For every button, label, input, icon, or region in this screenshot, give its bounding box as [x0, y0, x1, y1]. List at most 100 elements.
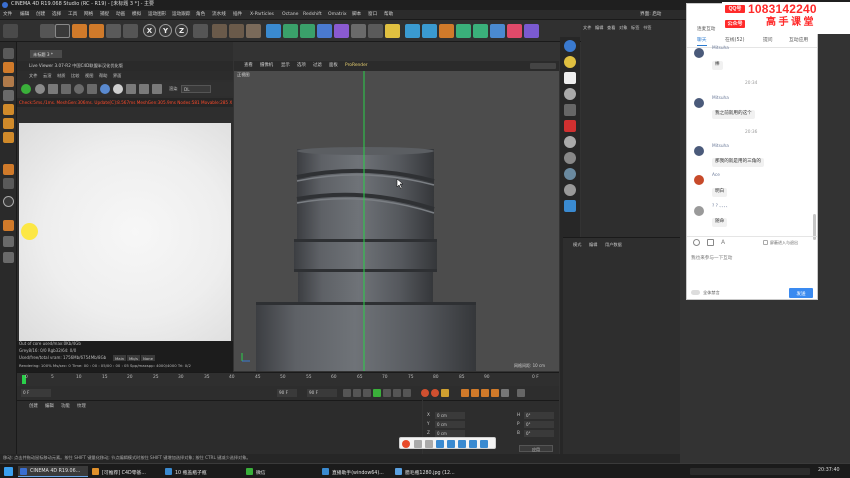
- viewport-canvas[interactable]: [234, 71, 559, 371]
- workplane-lock-icon[interactable]: [3, 220, 14, 231]
- taskbar-item-live-assistant[interactable]: 直播助手(window64)...: [320, 466, 390, 477]
- layout-selector[interactable]: 界面: 启动: [640, 12, 661, 18]
- menu-item-snap[interactable]: 捕捉: [100, 12, 109, 18]
- taskbar-item-wechat[interactable]: 微信: [244, 466, 314, 477]
- obj-tab-file[interactable]: 文件: [583, 25, 591, 30]
- material-sphere-b-icon[interactable]: [564, 152, 576, 164]
- taskbar-item-folder[interactable]: 10 瓶盖瓶子瓶: [163, 466, 241, 477]
- vp-menu-display[interactable]: 显示: [281, 63, 290, 68]
- pick-focus-icon[interactable]: [113, 84, 123, 94]
- vp-menu-prorender[interactable]: ProRender: [345, 63, 368, 68]
- render-mode-select[interactable]: DL: [181, 85, 211, 93]
- menu-item-mograph[interactable]: 运动图形: [148, 12, 166, 18]
- apply-button[interactable]: 应用: [519, 445, 553, 452]
- edges-mode-icon[interactable]: [3, 118, 14, 129]
- attr-tab-mode[interactable]: 模式: [573, 242, 581, 247]
- c-plugin-icon[interactable]: [439, 24, 454, 38]
- taskbar-item-image[interactable]: 腊毛瓶1280.jpg (12...: [393, 466, 463, 477]
- chat-tab-interactive[interactable]: 互动应用: [789, 38, 808, 44]
- polygons-mode-icon[interactable]: [3, 132, 14, 143]
- keyboard-icon[interactable]: [447, 440, 455, 448]
- next-frame-icon[interactable]: [383, 389, 391, 397]
- recent-tool-icon[interactable]: [106, 24, 121, 38]
- render-view-icon[interactable]: [212, 24, 227, 38]
- skin-icon[interactable]: [458, 440, 466, 448]
- go-to-end-icon[interactable]: [403, 389, 411, 397]
- start-frame-field[interactable]: 0 F: [21, 389, 51, 397]
- mat-tab-function[interactable]: 功能: [61, 404, 70, 409]
- octane-icon[interactable]: [422, 24, 437, 38]
- scale-tool-icon[interactable]: [72, 24, 87, 38]
- lv-menu-file[interactable]: 文件: [29, 73, 37, 78]
- play-icon[interactable]: [373, 389, 381, 397]
- texture-mode-icon[interactable]: [3, 76, 14, 87]
- send-button[interactable]: 发送: [789, 288, 813, 298]
- menu-item-omatrix[interactable]: Omatrix: [328, 12, 347, 18]
- menu-item-motion-tracking[interactable]: 运动跟踪: [172, 12, 190, 18]
- windows-start-icon[interactable]: [4, 467, 13, 476]
- chat-input[interactable]: 我也来参与一下互动: [691, 256, 732, 262]
- emoji-icon[interactable]: [693, 239, 700, 246]
- chat-tab-questions[interactable]: 提问: [763, 38, 773, 44]
- vp-menu-panel[interactable]: 面板: [329, 63, 338, 68]
- taskbar-item-cinema4d[interactable]: CINEMA 4D R19.06...: [18, 466, 88, 477]
- lv-menu-view[interactable]: 视图: [85, 73, 93, 78]
- menu-item-window[interactable]: 窗口: [368, 12, 377, 18]
- timeline-ruler[interactable]: 0 5 10 15 20 25 30 35 40 45 50 55 60 65 …: [17, 372, 559, 386]
- planar-workplane-icon[interactable]: [3, 252, 14, 263]
- object-axis-icon[interactable]: [123, 24, 138, 38]
- pause-icon[interactable]: [48, 84, 58, 94]
- vp-menu-options[interactable]: 选项: [297, 63, 306, 68]
- attr-tab-user-data[interactable]: 用户数据: [605, 242, 622, 247]
- chat-tab-online[interactable]: 在线(52): [725, 38, 744, 44]
- snap-icon[interactable]: [3, 196, 14, 207]
- mat-tab-texture[interactable]: 纹理: [77, 404, 86, 409]
- menu-item-script[interactable]: 脚本: [352, 12, 361, 18]
- menu-item-create[interactable]: 创建: [36, 12, 45, 18]
- material-sphere-d-icon[interactable]: [564, 184, 576, 196]
- max-frame-field[interactable]: 90 F: [307, 389, 337, 397]
- lv-menu-cloud[interactable]: 云渲: [43, 73, 51, 78]
- position-key-icon[interactable]: [461, 389, 469, 397]
- menu-item-character[interactable]: 角色: [196, 12, 205, 18]
- texture-environment-icon[interactable]: [564, 104, 576, 116]
- next-key-icon[interactable]: [393, 389, 401, 397]
- menu-item-animate[interactable]: 动画: [116, 12, 125, 18]
- menu-item-file[interactable]: 文件: [3, 12, 12, 18]
- script-icon[interactable]: [456, 24, 471, 38]
- select-tool-icon[interactable]: [40, 24, 55, 38]
- block-checkbox[interactable]: [763, 240, 768, 245]
- array-icon[interactable]: [317, 24, 332, 38]
- make-editable-icon[interactable]: [3, 48, 14, 59]
- move-tool-icon[interactable]: [55, 24, 70, 38]
- menu-item-mesh[interactable]: 网格: [84, 12, 93, 18]
- scale-key-icon[interactable]: [481, 389, 489, 397]
- vp-menu-view[interactable]: 查看: [244, 63, 253, 68]
- coord-p-field[interactable]: 0°: [524, 421, 554, 428]
- locked-workplane-icon[interactable]: [3, 236, 14, 247]
- mute-all-toggle[interactable]: [691, 290, 700, 295]
- chinese-mode-icon[interactable]: [414, 440, 422, 448]
- points-mode-icon[interactable]: [3, 104, 14, 115]
- z-axis-lock-button[interactable]: Z: [175, 24, 188, 37]
- obj-tab-bookmarks[interactable]: 书签: [643, 25, 651, 30]
- menu-item-simulate[interactable]: 模拟: [132, 12, 141, 18]
- tweak-mode-icon[interactable]: [3, 178, 14, 189]
- coord-y-field[interactable]: 0 cm: [435, 421, 465, 428]
- param-key-icon[interactable]: [491, 389, 499, 397]
- plugin-c-icon[interactable]: [507, 24, 522, 38]
- current-frame-field[interactable]: 0 F: [532, 375, 539, 380]
- viewport-nav-icons[interactable]: [530, 63, 556, 69]
- tray-icons[interactable]: [690, 468, 810, 475]
- pick-material-icon[interactable]: [126, 84, 136, 94]
- lock-resolution-icon[interactable]: [100, 84, 110, 94]
- vp-menu-filter[interactable]: 过滤: [313, 63, 322, 68]
- area-light-icon[interactable]: [564, 72, 576, 84]
- settings-icon[interactable]: [74, 84, 84, 94]
- obj-tab-tags[interactable]: 标签: [631, 25, 639, 30]
- render-preview-image[interactable]: [19, 123, 231, 341]
- refresh-icon[interactable]: [35, 84, 45, 94]
- region-render-icon[interactable]: [87, 84, 97, 94]
- pick-object-icon[interactable]: [139, 84, 149, 94]
- coord-b-field[interactable]: 0°: [524, 430, 554, 437]
